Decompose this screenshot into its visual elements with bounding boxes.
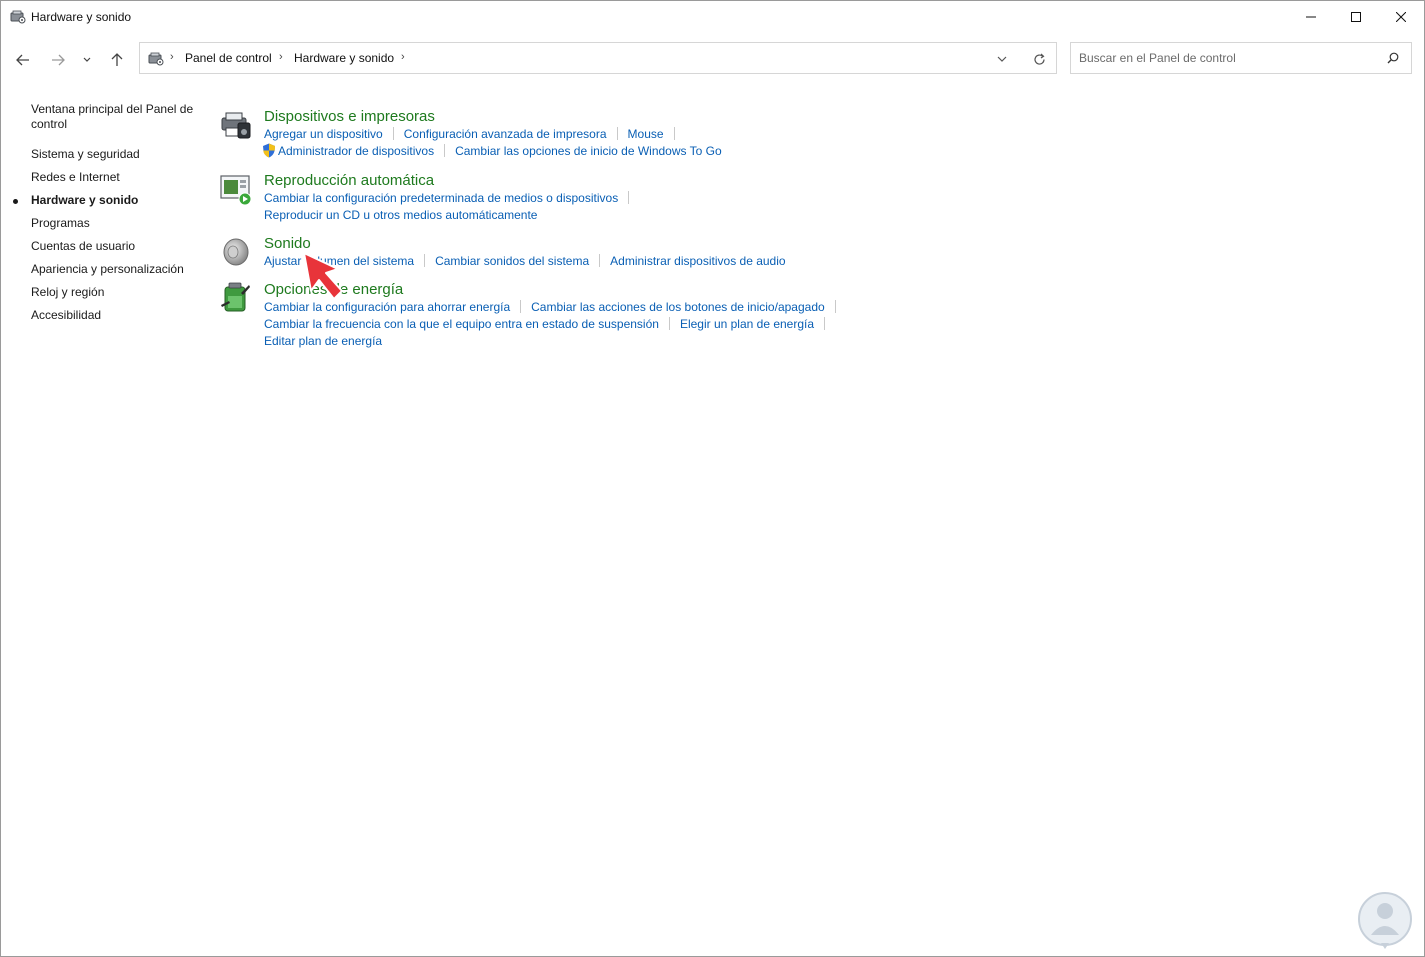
- link-sleep-frequency[interactable]: Cambiar la frecuencia con la que el equi…: [264, 317, 659, 331]
- chevron-down-icon: [83, 57, 91, 62]
- chevron-down-icon: [997, 56, 1007, 62]
- refresh-icon: [1033, 53, 1045, 65]
- speaker-icon: [219, 235, 253, 269]
- window-title: Hardware y sonido: [31, 10, 132, 24]
- arrow-up-icon: [111, 53, 123, 66]
- link-manage-audio-devices[interactable]: Administrar dispositivos de audio: [610, 254, 785, 268]
- breadcrumb-hardware-y-sonido[interactable]: Hardware y sonido: [294, 51, 394, 65]
- link-mouse[interactable]: Mouse: [628, 127, 664, 141]
- sidebar-item-programas[interactable]: Programas: [31, 216, 201, 231]
- close-button[interactable]: [1378, 1, 1424, 33]
- separator: [824, 317, 826, 330]
- link-row: Editar plan de energía: [264, 333, 382, 350]
- breadcrumb-panel-de-control[interactable]: Panel de control: [185, 51, 272, 65]
- control-panel-icon: [10, 9, 26, 25]
- arrow-right-icon: [52, 54, 65, 66]
- sidebar-item-sistema-y-seguridad[interactable]: Sistema y seguridad: [31, 147, 201, 162]
- search-icon[interactable]: [1387, 52, 1399, 64]
- watermark-logo-icon: [1358, 892, 1412, 949]
- chevron-right-icon[interactable]: ›: [279, 51, 283, 63]
- chevron-right-icon[interactable]: ›: [170, 51, 174, 63]
- chevron-right-icon[interactable]: ›: [401, 51, 405, 63]
- separator: [673, 127, 675, 140]
- link-power-button-actions[interactable]: Cambiar las acciones de los botones de i…: [531, 300, 825, 314]
- link-add-device[interactable]: Agregar un dispositivo: [264, 127, 383, 141]
- up-button[interactable]: [106, 49, 128, 71]
- link-advanced-printer-setup[interactable]: Configuración avanzada de impresora: [404, 127, 607, 141]
- search-box[interactable]: [1070, 42, 1412, 74]
- separator: [628, 191, 630, 204]
- separator: [616, 127, 618, 140]
- maximize-button[interactable]: [1333, 1, 1379, 33]
- separator: [444, 144, 446, 157]
- sidebar-item-accesibilidad[interactable]: Accesibilidad: [31, 308, 201, 323]
- separator: [668, 317, 670, 330]
- power-options-icon: [219, 281, 253, 315]
- link-windows-to-go[interactable]: Cambiar las opciones de inicio de Window…: [455, 144, 722, 158]
- active-bullet: [13, 199, 18, 204]
- sidebar-item-hardware-y-sonido[interactable]: Hardware y sonido: [13, 193, 201, 208]
- separator: [392, 127, 394, 140]
- sidebar: Ventana principal del Panel de control S…: [13, 102, 201, 331]
- category-title-devices-printers[interactable]: Dispositivos e impresoras: [264, 108, 435, 125]
- sidebar-item-label: Hardware y sonido: [31, 193, 139, 207]
- separator: [520, 300, 522, 313]
- devices-printers-icon: [219, 108, 253, 142]
- address-bar[interactable]: › Panel de control › Hardware y sonido ›: [139, 42, 1057, 74]
- title-bar: Hardware y sonido: [1, 1, 1424, 33]
- autoplay-icon: [219, 172, 253, 206]
- link-change-default-media[interactable]: Cambiar la configuración predeterminada …: [264, 191, 618, 205]
- sidebar-item-home[interactable]: Ventana principal del Panel de control: [31, 102, 201, 132]
- link-choose-power-plan[interactable]: Elegir un plan de energía: [680, 317, 814, 331]
- link-device-manager[interactable]: Administrador de dispositivos: [278, 144, 434, 158]
- refresh-button[interactable]: [1029, 49, 1049, 69]
- separator: [834, 300, 836, 313]
- uac-shield-icon: [263, 143, 275, 158]
- separator: [424, 254, 426, 267]
- link-row: Agregar un dispositivo Configuración avan…: [264, 126, 685, 143]
- link-play-cd-automatically[interactable]: Reproducir un CD u otros medios automáti…: [264, 208, 537, 222]
- sidebar-item-cuentas-de-usuario[interactable]: Cuentas de usuario: [31, 239, 201, 254]
- arrow-left-icon: [16, 54, 29, 66]
- forward-button[interactable]: [47, 49, 69, 71]
- search-input[interactable]: [1079, 49, 1379, 67]
- link-row: Cambiar la frecuencia con la que el equi…: [264, 316, 835, 333]
- navigation-bar: › Panel de control › Hardware y sonido ›: [1, 41, 1424, 77]
- control-panel-icon: [148, 51, 164, 67]
- sidebar-item-redes-e-internet[interactable]: Redes e Internet: [31, 170, 201, 185]
- annotation-arrow-icon: [303, 252, 343, 300]
- sidebar-item-apariencia[interactable]: Apariencia y personalización: [31, 262, 201, 277]
- link-row: Administrador de dispositivos Cambiar las…: [262, 143, 722, 160]
- link-change-system-sounds[interactable]: Cambiar sonidos del sistema: [435, 254, 589, 268]
- category-title-autoplay[interactable]: Reproducción automática: [264, 172, 434, 189]
- recent-locations-button[interactable]: [78, 49, 96, 71]
- back-button[interactable]: [12, 49, 34, 71]
- link-edit-power-plan[interactable]: Editar plan de energía: [264, 334, 382, 348]
- control-panel-window: Hardware y sonido › Panel de control › H…: [0, 0, 1425, 957]
- link-row: Cambiar la configuración predeterminada …: [264, 190, 639, 207]
- address-history-dropdown[interactable]: [992, 49, 1012, 69]
- sidebar-item-reloj-y-region[interactable]: Reloj y región: [31, 285, 201, 300]
- link-row: Reproducir un CD u otros medios automáti…: [264, 207, 537, 224]
- minimize-button[interactable]: [1288, 1, 1334, 33]
- separator: [599, 254, 601, 267]
